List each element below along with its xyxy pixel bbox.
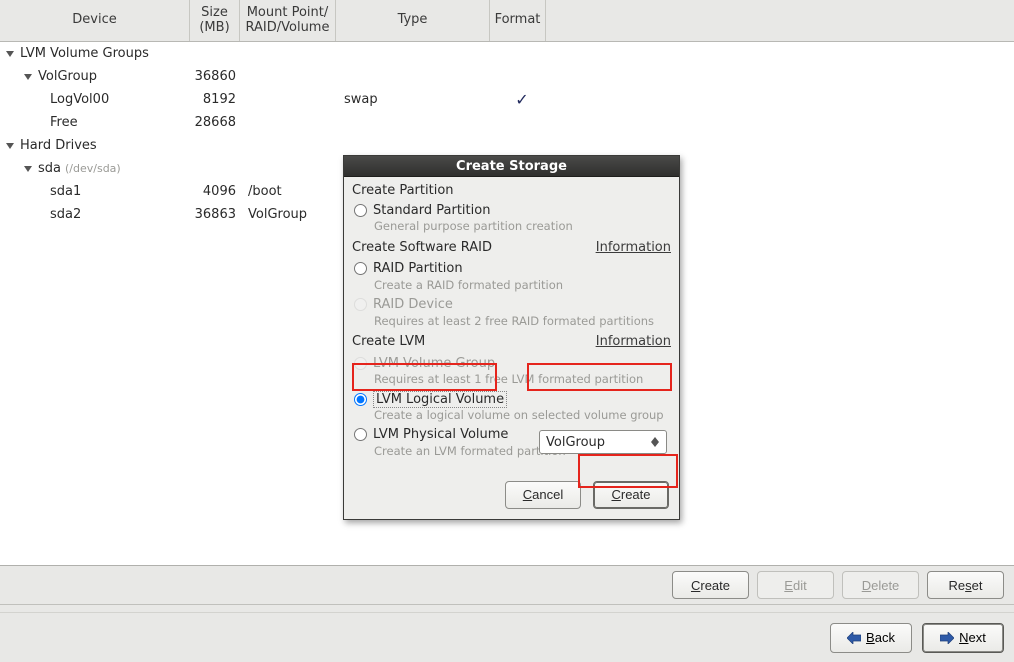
tree-mount: /boot <box>244 184 340 199</box>
action-bar: Create Edit Delete Reset <box>0 566 1014 605</box>
tree-size: 36863 <box>194 207 244 222</box>
info-link-lvm[interactable]: Information <box>596 334 671 349</box>
hint-raid-device: Requires at least 2 free RAID formated p… <box>374 315 671 329</box>
chevron-down-icon[interactable] <box>22 163 34 175</box>
create-storage-dialog: Create Storage Create Partition Standard… <box>343 155 680 520</box>
hint-lvm-vg: Requires at least 1 free LVM formated pa… <box>374 373 671 387</box>
tree-type: swap <box>340 92 494 107</box>
radio-lvm-lv[interactable]: LVM Logical Volume <box>352 389 671 409</box>
tree-label: Hard Drives <box>20 138 97 153</box>
radio-label: LVM Logical Volume <box>373 392 507 407</box>
create-action[interactable]: Create <box>672 571 749 599</box>
reset-action[interactable]: Reset <box>927 571 1004 599</box>
radio-label: LVM Volume Group <box>373 356 495 371</box>
radio-label: Standard Partition <box>373 203 490 218</box>
arrow-left-icon <box>847 632 861 644</box>
chevron-down-icon[interactable] <box>22 71 34 83</box>
tree-size: 4096 <box>194 184 244 199</box>
nav-bar: Back Next <box>0 612 1014 662</box>
hint-standard-partition: General purpose partition creation <box>374 220 671 234</box>
hint-raid-partition: Create a RAID formated partition <box>374 279 671 293</box>
tree-logvol[interactable]: LogVol00 8192 swap ✓ <box>0 88 1014 111</box>
tree-label: LVM Volume Groups <box>20 46 149 61</box>
tree-label: sda1 <box>50 184 81 199</box>
spinner-icon <box>648 433 662 451</box>
arrow-right-icon <box>940 632 954 644</box>
tree-free[interactable]: Free 28668 <box>0 111 1014 134</box>
section-create-lvm: Create LVM <box>352 334 425 349</box>
dialog-title: Create Storage <box>344 156 679 177</box>
tree-label: LogVol00 <box>50 92 109 107</box>
tree-label: sda <box>38 161 61 176</box>
section-create-partition: Create Partition <box>352 183 671 198</box>
delete-action: Delete <box>842 571 919 599</box>
tree-mount: VolGroup <box>244 207 340 222</box>
radio-label: RAID Partition <box>373 261 463 276</box>
cancel-button[interactable]: Cancel <box>505 481 581 509</box>
chevron-down-icon[interactable] <box>4 48 16 60</box>
back-button[interactable]: Back <box>830 623 912 653</box>
col-device[interactable]: Device <box>0 0 190 41</box>
radio-input <box>354 357 367 370</box>
col-type[interactable]: Type <box>336 0 490 41</box>
col-format[interactable]: Format <box>490 0 546 41</box>
tree-volgroup[interactable]: VolGroup 36860 <box>0 65 1014 88</box>
check-icon: ✓ <box>515 90 528 109</box>
hint-lvm-lv: Create a logical volume on selected volu… <box>374 409 671 423</box>
tree-label: Free <box>50 115 78 130</box>
tree-lvm-groups[interactable]: LVM Volume Groups <box>0 42 1014 65</box>
radio-label: LVM Physical Volume <box>373 427 508 442</box>
device-tree: LVM Volume Groups VolGroup 36860 LogVol0… <box>0 42 1014 566</box>
col-size[interactable]: Size (MB) <box>190 0 240 41</box>
select-value: VolGroup <box>546 435 605 450</box>
create-button[interactable]: Create <box>593 481 669 509</box>
radio-input[interactable] <box>354 428 367 441</box>
radio-raid-device: RAID Device <box>352 295 671 315</box>
volgroup-select[interactable]: VolGroup <box>539 430 667 454</box>
radio-input[interactable] <box>354 262 367 275</box>
info-link-raid[interactable]: IInformationnformation <box>596 240 671 255</box>
radio-label: RAID Device <box>373 297 453 312</box>
tree-label: VolGroup <box>38 69 97 84</box>
radio-input <box>354 298 367 311</box>
tree-sub: (/dev/sda) <box>65 162 121 175</box>
radio-lvm-vg: LVM Volume Group <box>352 353 671 373</box>
tree-label: sda2 <box>50 207 81 222</box>
tree-size: 8192 <box>194 92 244 107</box>
radio-raid-partition[interactable]: RAID Partition <box>352 259 671 279</box>
tree-hard-drives[interactable]: Hard Drives <box>0 134 1014 157</box>
section-create-raid: Create Software RAID <box>352 240 492 255</box>
column-headers: Device Size (MB) Mount Point/ RAID/Volum… <box>0 0 1014 42</box>
col-mount[interactable]: Mount Point/ RAID/Volume <box>240 0 336 41</box>
tree-size: 36860 <box>194 69 244 84</box>
radio-input[interactable] <box>354 393 367 406</box>
radio-standard-partition[interactable]: Standard Partition <box>352 200 671 220</box>
radio-input[interactable] <box>354 204 367 217</box>
chevron-down-icon[interactable] <box>4 140 16 152</box>
edit-action: Edit <box>757 571 834 599</box>
next-button[interactable]: Next <box>922 623 1004 653</box>
tree-size: 28668 <box>194 115 244 130</box>
